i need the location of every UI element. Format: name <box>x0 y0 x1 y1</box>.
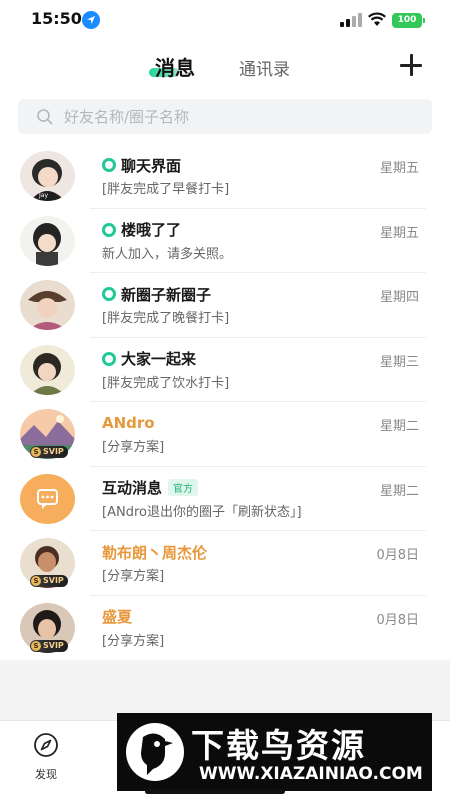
chat-list-item[interactable]: Jay 聊天界面 星期五 [胖友完成了早餐打卡] <box>0 144 450 209</box>
avatar <box>20 215 75 266</box>
chat-time: 星期二 <box>379 419 419 434</box>
home-indicator <box>145 789 285 794</box>
chat-preview: [胖友完成了饮水打卡] <box>102 375 230 391</box>
avatar <box>20 280 75 330</box>
chat-title: 新圈子新圈子 <box>121 285 212 304</box>
chat-title: 楼哦了了 <box>121 221 182 239</box>
list-empty-area <box>0 660 450 720</box>
group-ring-icon <box>102 351 116 366</box>
location-arrow-icon <box>82 11 100 29</box>
chat-list-item[interactable]: S SVIP 盛夏 0月8日 [分享方案] <box>0 596 450 661</box>
svip-coin-icon: S <box>31 640 41 651</box>
header: 消息 通讯录 <box>0 42 450 94</box>
chat-list-item[interactable]: 互动消息 官方 星期二 [ANdro退出你的圈子「刷新状态」] <box>0 467 450 531</box>
avatar <box>20 473 75 524</box>
wifi-icon <box>367 11 387 31</box>
chat-time: 星期四 <box>379 290 419 305</box>
chat-preview: [分享方案] <box>102 569 165 584</box>
chat-title: 聊天界面 <box>121 156 182 175</box>
chat-time: 星期三 <box>379 354 419 370</box>
tab-discover[interactable]: 发现 <box>26 731 66 782</box>
chat-time: 星期二 <box>379 483 419 499</box>
chat-title: 勒布朗丶周杰伦 <box>102 543 208 562</box>
svip-badge: S SVIP <box>30 575 68 587</box>
chat-preview: [胖友完成了晚餐打卡] <box>102 311 230 326</box>
chat-title: 大家一起来 <box>121 350 197 368</box>
svip-badge: S SVIP <box>30 639 68 652</box>
group-ring-icon <box>102 222 116 237</box>
cellular-signal-icon <box>340 13 362 27</box>
chat-preview: 新人加入，请多关照。 <box>102 246 233 262</box>
tab-discover-label: 发现 <box>35 768 57 781</box>
status-time: 15:50 <box>31 9 82 28</box>
chat-preview: [胖友完成了早餐打卡] <box>102 182 230 197</box>
compass-icon <box>34 733 58 757</box>
group-ring-icon <box>102 158 116 172</box>
chat-title: ANdro <box>102 414 155 432</box>
search-bar[interactable] <box>18 99 432 134</box>
chat-list: Jay 聊天界面 星期五 [胖友完成了早餐打卡] 楼哦了了 星期五 新人加入，请… <box>0 144 450 660</box>
plus-icon[interactable] <box>398 52 424 78</box>
watermark-title: 下载鸟资源 <box>191 726 366 765</box>
chat-time: 0月8日 <box>376 612 419 628</box>
chat-preview: [分享方案] <box>102 440 165 455</box>
chat-time: 星期五 <box>379 161 419 176</box>
watermark-url: WWW.XIAZAINIAO.COM <box>199 764 423 784</box>
chat-preview: [分享方案] <box>102 633 165 649</box>
bird-logo-icon <box>126 723 184 781</box>
chat-title: 盛夏 <box>102 608 133 626</box>
battery-indicator: 100 <box>392 13 425 28</box>
search-input[interactable] <box>64 99 414 134</box>
chat-preview: [ANdro退出你的圈子「刷新状态」] <box>102 504 302 520</box>
watermark-banner: 下载鸟资源 WWW.XIAZAINIAO.COM <box>117 713 432 791</box>
chat-list-item[interactable]: 楼哦了了 星期五 新人加入，请多关照。 <box>0 209 450 273</box>
tab-messages[interactable]: 消息 <box>149 52 195 81</box>
group-ring-icon <box>102 287 116 301</box>
chat-list-item[interactable]: S SVIP ANdro 星期二 [分享方案] <box>0 402 450 467</box>
svip-coin-icon: S <box>31 576 41 586</box>
chat-time: 0月8日 <box>376 548 419 563</box>
chat-list-item[interactable]: S SVIP 勒布朗丶周杰伦 0月8日 [分享方案] <box>0 531 450 596</box>
official-tag: 官方 <box>168 479 199 496</box>
svip-badge: S SVIP <box>30 446 68 458</box>
tab-contacts[interactable]: 通讯录 <box>239 55 290 80</box>
avatar: Jay <box>20 151 75 201</box>
chat-time: 星期五 <box>379 225 419 241</box>
chat-title: 互动消息 <box>102 479 163 497</box>
tab-messages-label: 消息 <box>155 56 195 80</box>
status-bar: 15:50 100 <box>0 0 450 42</box>
chat-list-item[interactable]: 新圈子新圈子 星期四 [胖友完成了晚餐打卡] <box>0 273 450 338</box>
avatar <box>20 344 75 395</box>
chat-list-item[interactable]: 大家一起来 星期三 [胖友完成了饮水打卡] <box>0 338 450 402</box>
search-icon <box>36 108 54 130</box>
svip-coin-icon: S <box>31 447 41 457</box>
svg-text:Jay: Jay <box>38 192 48 199</box>
